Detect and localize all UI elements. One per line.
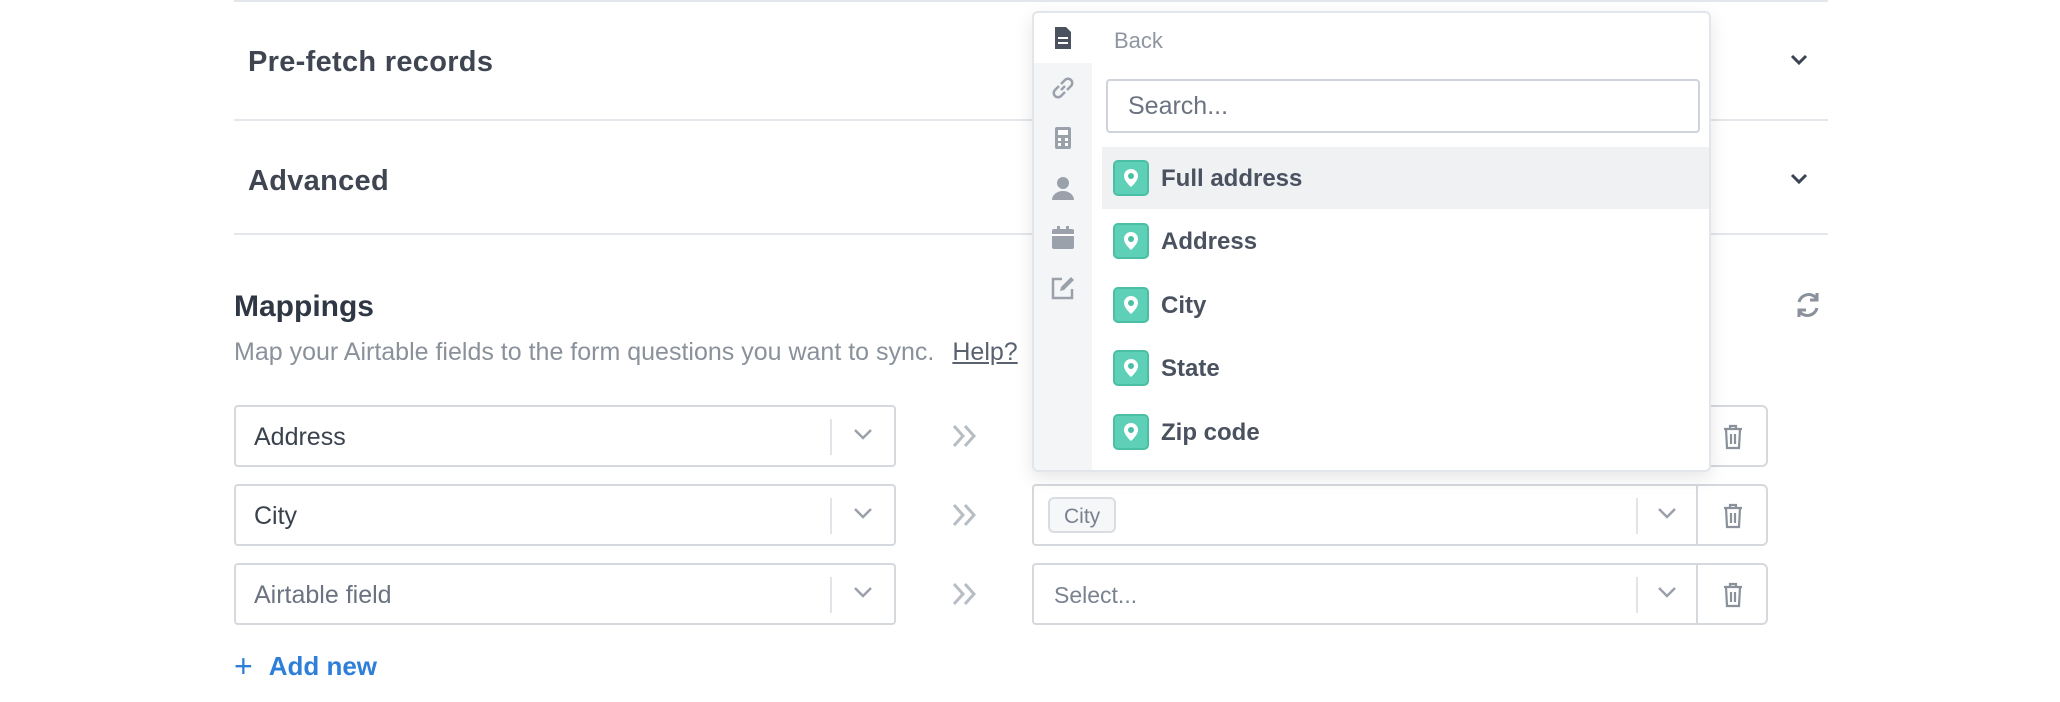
list-item[interactable]: Address [1102, 210, 1709, 272]
chevron-down-icon[interactable] [852, 506, 874, 525]
chevron-down-icon[interactable] [852, 427, 874, 446]
mappings-description-text: Map your Airtable fields to the form que… [234, 338, 935, 366]
option-label: Full address [1161, 165, 1303, 192]
list-item[interactable]: City [1102, 274, 1709, 336]
category-rail [1034, 13, 1092, 470]
add-new-label: Add new [268, 651, 378, 681]
calendar-icon[interactable] [1034, 213, 1092, 263]
chevron-down-icon[interactable] [852, 585, 874, 604]
location-pin-icon [1113, 287, 1149, 323]
divider [1636, 577, 1638, 613]
option-label: Address [1161, 228, 1258, 255]
divider [830, 577, 832, 613]
location-pin-icon [1113, 350, 1149, 386]
back-link[interactable]: Back [1114, 28, 1163, 54]
delete-mapping-button[interactable] [1696, 563, 1768, 625]
divider [1636, 498, 1638, 534]
placeholder-value: Airtable field [254, 581, 392, 609]
advanced-header[interactable]: Advanced [248, 165, 389, 198]
link-icon[interactable] [1034, 63, 1092, 113]
divider [830, 498, 832, 534]
plus-icon: + [234, 648, 253, 684]
field-picker-dropdown: Back Full address Address City State Zip… [1032, 11, 1711, 472]
trash-icon [1722, 424, 1744, 455]
option-label: State [1161, 355, 1220, 382]
airtable-field-select[interactable]: Address [234, 405, 896, 467]
chevron-down-icon[interactable] [1789, 172, 1808, 188]
trash-icon [1722, 582, 1744, 613]
selected-value: City [254, 502, 298, 530]
add-new-button[interactable]: + Add new [234, 648, 377, 685]
edit-icon[interactable] [1034, 263, 1092, 313]
airtable-field-select[interactable]: City [234, 484, 896, 546]
prefetch-records-header[interactable]: Pre-fetch records [248, 46, 493, 79]
trash-icon [1722, 503, 1744, 534]
double-chevron-right-icon [950, 500, 980, 535]
divider [830, 419, 832, 455]
list-item[interactable]: Full address [1102, 147, 1709, 209]
person-icon[interactable] [1034, 163, 1092, 213]
double-chevron-right-icon [950, 579, 980, 614]
placeholder-value: Select... [1054, 582, 1138, 608]
list-item[interactable]: State [1102, 337, 1709, 399]
document-icon[interactable] [1034, 13, 1092, 63]
chevron-down-icon[interactable] [1656, 585, 1678, 604]
list-item[interactable]: Zip code [1102, 401, 1709, 463]
airtable-field-select[interactable]: Airtable field [234, 563, 896, 625]
location-pin-icon [1113, 223, 1149, 259]
option-label: Zip code [1161, 419, 1260, 446]
search-input[interactable] [1106, 79, 1700, 133]
selected-value: Address [254, 423, 346, 451]
option-label: City [1161, 292, 1207, 319]
double-chevron-right-icon [950, 421, 980, 456]
calculator-icon[interactable] [1034, 113, 1092, 163]
location-pin-icon [1113, 160, 1149, 196]
delete-mapping-button[interactable] [1696, 484, 1768, 546]
chevron-down-icon[interactable] [1656, 506, 1678, 525]
location-pin-icon [1113, 414, 1149, 450]
divider [234, 0, 1828, 2]
chevron-down-icon[interactable] [1789, 53, 1808, 69]
selected-tag: City [1048, 497, 1117, 533]
mappings-description: Map your Airtable fields to the form que… [234, 338, 1018, 367]
form-question-select[interactable]: Select... [1032, 563, 1698, 625]
refresh-icon[interactable] [1794, 290, 1822, 325]
help-link[interactable]: Help? [952, 338, 1017, 366]
mappings-title: Mappings [234, 290, 374, 323]
form-question-select[interactable]: City [1032, 484, 1698, 546]
